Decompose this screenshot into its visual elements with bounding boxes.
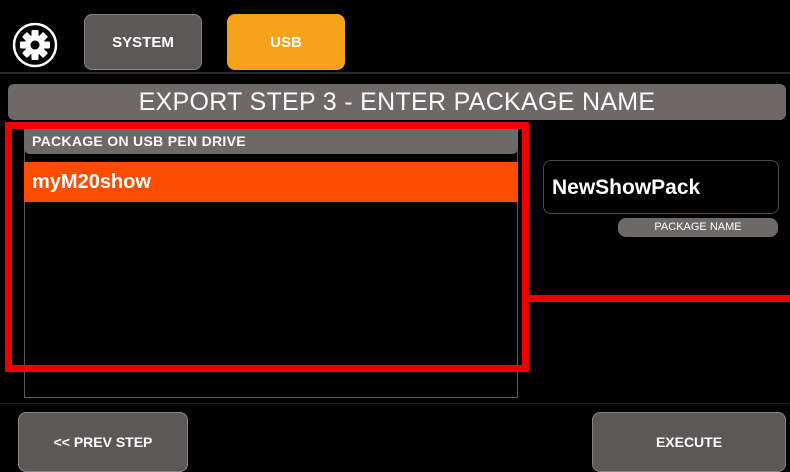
gear-icon[interactable]: [12, 22, 58, 68]
divider: [0, 72, 790, 74]
tab-usb[interactable]: USB: [227, 14, 345, 70]
highlight-line: [525, 295, 790, 302]
highlight-box: [5, 122, 529, 372]
page-title: EXPORT STEP 3 - ENTER PACKAGE NAME: [8, 84, 786, 120]
divider: [0, 403, 790, 404]
tab-system[interactable]: SYSTEM: [84, 14, 202, 70]
execute-button[interactable]: EXECUTE: [592, 412, 786, 472]
package-name-label: PACKAGE NAME: [618, 218, 778, 237]
prev-step-button[interactable]: << PREV STEP: [18, 412, 188, 472]
package-name-field[interactable]: NewShowPack: [543, 160, 779, 214]
